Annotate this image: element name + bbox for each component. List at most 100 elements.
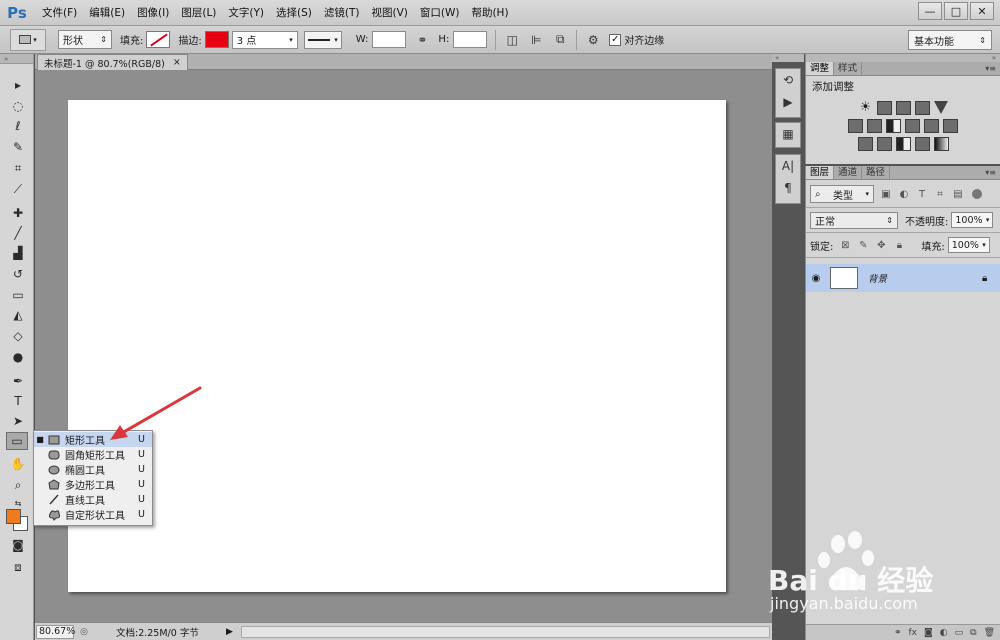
menu-edit[interactable]: 编辑(E) bbox=[83, 0, 131, 26]
opacity-field[interactable]: 100% ▾ bbox=[951, 212, 994, 228]
gear-icon[interactable]: ⚙ bbox=[585, 32, 601, 48]
stroke-width-field[interactable]: 3 点 ▾ bbox=[231, 30, 298, 49]
menu-help[interactable]: 帮助(H) bbox=[465, 0, 514, 26]
adjustment-layer-icon[interactable]: ◐ bbox=[940, 628, 948, 638]
type-filter-icon[interactable]: T bbox=[916, 188, 928, 200]
paint-bucket-tool-icon[interactable]: ◭ bbox=[8, 306, 28, 324]
new-layer-icon[interactable]: ⧉ bbox=[970, 628, 976, 638]
hue-saturation-icon[interactable] bbox=[848, 119, 863, 133]
fill-swatch[interactable] bbox=[146, 31, 171, 48]
lock-all-icon[interactable]: 🔒︎ bbox=[893, 239, 905, 251]
panel-menu-icon[interactable]: ▾≡ bbox=[985, 168, 996, 177]
hand-tool-icon[interactable]: ✋ bbox=[8, 455, 28, 473]
actions-panel-icon[interactable]: ▶ bbox=[776, 91, 800, 113]
photo-filter-icon[interactable] bbox=[905, 119, 920, 133]
lasso-tool-icon[interactable]: ℓ bbox=[8, 117, 28, 135]
flyout-item-custom-shape[interactable]: 自定形状工具 U bbox=[34, 507, 152, 522]
tool-preset-picker[interactable]: ▾ bbox=[10, 28, 46, 51]
type-tool-icon[interactable]: T bbox=[8, 392, 28, 410]
menu-layer[interactable]: 图层(L) bbox=[175, 0, 222, 26]
selective-color-icon[interactable] bbox=[914, 137, 930, 151]
paragraph-panel-icon[interactable]: ¶ bbox=[776, 177, 800, 199]
path-operations-icon[interactable]: ◫ bbox=[504, 32, 520, 48]
workspace-select[interactable]: 基本功能 ⇕ bbox=[908, 30, 992, 50]
shape-filter-icon[interactable]: ⌗ bbox=[934, 188, 946, 200]
document-tab[interactable]: 未标题-1 @ 80.7%(RGB/8) × bbox=[37, 54, 188, 70]
vibrance-icon[interactable] bbox=[934, 101, 948, 114]
color-balance-icon[interactable] bbox=[867, 119, 882, 133]
lock-image-icon[interactable]: ✎ bbox=[857, 239, 869, 251]
levels-icon[interactable] bbox=[877, 101, 892, 115]
eyedropper-tool-icon[interactable]: ⟋ bbox=[8, 180, 28, 198]
tab-channels[interactable]: 通道 bbox=[834, 166, 863, 179]
path-alignment-icon[interactable]: ⊫ bbox=[528, 32, 544, 48]
eraser-tool-icon[interactable]: ▭ bbox=[8, 286, 28, 304]
gradient-map-icon[interactable] bbox=[933, 137, 949, 151]
restore-button[interactable]: □ bbox=[944, 2, 968, 20]
menu-image[interactable]: 图像(I) bbox=[131, 0, 175, 26]
trash-icon[interactable]: 🗑︎ bbox=[984, 628, 995, 638]
align-edges-checkbox[interactable]: ✓ bbox=[609, 33, 622, 46]
filter-toggle[interactable] bbox=[972, 189, 982, 199]
history-panel-icon[interactable]: ⟲ bbox=[776, 69, 800, 91]
path-arrangement-icon[interactable]: ⧉ bbox=[552, 32, 568, 48]
menu-window[interactable]: 窗口(W) bbox=[414, 0, 466, 26]
lock-position-icon[interactable]: ✥ bbox=[875, 239, 887, 251]
panel-collapse-handle[interactable]: » bbox=[0, 54, 33, 64]
clone-stamp-tool-icon[interactable]: ▟ bbox=[8, 244, 28, 262]
dodge-tool-icon[interactable]: ● bbox=[8, 348, 28, 366]
screen-mode-icon[interactable]: ⧈ bbox=[8, 558, 28, 576]
fill-field[interactable]: 100% ▾ bbox=[947, 237, 990, 253]
black-white-icon[interactable] bbox=[886, 119, 901, 133]
adjustment-filter-icon[interactable]: ◐ bbox=[898, 188, 910, 200]
rectangle-tool-icon[interactable]: ▭ bbox=[6, 432, 28, 450]
eye-icon[interactable]: ◉ bbox=[806, 273, 826, 284]
fx-icon[interactable]: fx bbox=[909, 628, 918, 638]
invert-icon[interactable] bbox=[857, 137, 873, 151]
channel-mixer-icon[interactable] bbox=[924, 119, 939, 133]
pen-tool-icon[interactable]: ✒ bbox=[8, 372, 28, 390]
tab-adjustments[interactable]: 调整 bbox=[806, 62, 835, 75]
panel-menu-icon[interactable]: ▾≡ bbox=[985, 64, 996, 73]
brush-tool-icon[interactable]: ╱ bbox=[8, 224, 28, 242]
color-lookup-icon[interactable] bbox=[943, 119, 958, 133]
close-button[interactable]: ✕ bbox=[970, 2, 994, 20]
stroke-swatch[interactable] bbox=[204, 31, 229, 48]
flyout-item-ellipse[interactable]: 椭圆工具 U bbox=[34, 462, 152, 477]
curves-icon[interactable] bbox=[896, 101, 911, 115]
panel-collapse-handle[interactable]: » bbox=[806, 54, 1000, 62]
smart-object-filter-icon[interactable]: ▤ bbox=[952, 188, 964, 200]
height-input[interactable] bbox=[453, 31, 488, 48]
status-info-icon[interactable]: ◎ bbox=[78, 626, 90, 638]
path-selection-tool-icon[interactable]: ➤ bbox=[8, 412, 28, 430]
exposure-icon[interactable] bbox=[915, 101, 930, 115]
crop-tool-icon[interactable]: ⌗ bbox=[8, 159, 28, 177]
minimize-button[interactable]: — bbox=[918, 2, 942, 20]
layer-name[interactable]: 背景 bbox=[868, 271, 982, 285]
lock-transparent-icon[interactable]: ⊠ bbox=[839, 239, 851, 251]
zoom-field[interactable]: 80.67% bbox=[36, 624, 75, 639]
brightness-contrast-icon[interactable]: ☀ bbox=[858, 101, 873, 115]
character-panel-icon[interactable]: A| bbox=[776, 155, 800, 177]
menu-filter[interactable]: 滤镜(T) bbox=[318, 0, 366, 26]
flyout-item-polygon[interactable]: 多边形工具 U bbox=[34, 477, 152, 492]
tab-layers[interactable]: 图层 bbox=[806, 166, 835, 179]
tab-paths[interactable]: 路径 bbox=[862, 166, 891, 179]
group-icon[interactable]: ▭ bbox=[955, 628, 964, 638]
panel-collapse-handle[interactable]: « bbox=[772, 54, 804, 62]
flyout-item-line[interactable]: 直线工具 U bbox=[34, 492, 152, 507]
history-brush-tool-icon[interactable]: ↺ bbox=[8, 265, 28, 283]
quick-mask-icon[interactable]: ◙ bbox=[8, 536, 28, 554]
tab-styles[interactable]: 样式 bbox=[834, 62, 863, 75]
canvas[interactable] bbox=[68, 100, 726, 592]
menu-file[interactable]: 文件(F) bbox=[36, 0, 83, 26]
menu-type[interactable]: 文字(Y) bbox=[222, 0, 270, 26]
marquee-tool-icon[interactable]: ◌ bbox=[8, 97, 28, 115]
width-input[interactable] bbox=[372, 31, 407, 48]
stroke-type-select[interactable]: ▾ bbox=[303, 30, 342, 49]
status-menu-arrow-icon[interactable]: ▶ bbox=[226, 627, 233, 637]
flyout-item-rounded-rectangle[interactable]: 圆角矩形工具 U bbox=[34, 447, 152, 462]
zoom-tool-icon[interactable]: ⌕ bbox=[8, 476, 28, 494]
tool-mode-select[interactable]: 形状 ⇕ bbox=[58, 30, 112, 49]
layer-row[interactable]: ◉ 背景 🔒︎ bbox=[806, 264, 1000, 292]
